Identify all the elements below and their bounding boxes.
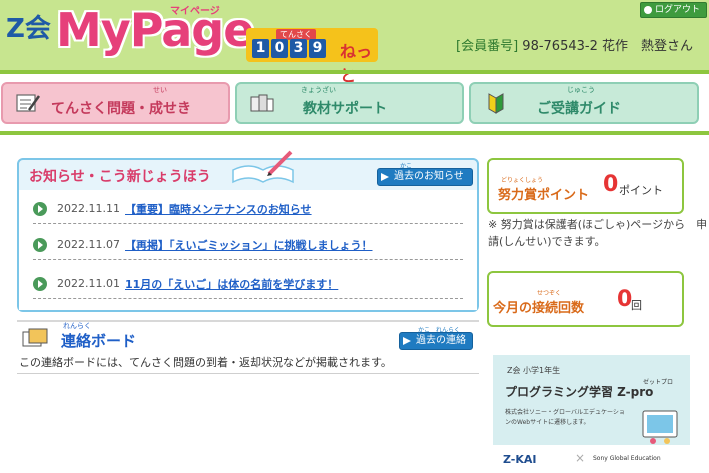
- news-title: お知らせ・こう新じょうほう: [29, 169, 211, 185]
- board-icon: [22, 328, 48, 347]
- play-bullet-icon: [33, 238, 47, 252]
- zkai-brand: Z-KAI: [503, 453, 537, 466]
- news-date: 2022.11.07: [57, 238, 120, 251]
- tablet-illustration-icon: [642, 410, 678, 444]
- zpro-banner[interactable]: Z会 小学1年生 ゼットプロ プログラミング学習 Z-pro 株式会社ソニー・グ…: [493, 355, 690, 473]
- tensaku-logo-digits: 1 0 3 9: [252, 39, 326, 58]
- pencil-paper-icon: [16, 94, 41, 112]
- tensaku-logo-net: ねっと: [340, 42, 373, 85]
- nav-tensaku-button[interactable]: せい てんさく問題・成せき: [1, 82, 230, 124]
- beginner-leaf-icon: [488, 93, 504, 114]
- logo-digit: 0: [271, 39, 288, 58]
- news-link[interactable]: 11月の「えいご」は体の名前を学びます！: [125, 276, 338, 292]
- contact-board-title: 連絡ボード: [61, 332, 137, 350]
- contact-board-header: れんらく 連絡ボード かこ れんらく 過去の連絡: [17, 320, 479, 350]
- news-date: 2022.11.01: [57, 277, 120, 290]
- tensaku-1039-logo[interactable]: てんさく 1 0 3 9 ねっと: [246, 28, 378, 85]
- arrow-right-icon: [381, 173, 389, 181]
- effort-points-note: ※ 努力賞は保護者(ほごしゃ)ページから 申請(しんせい)できます。: [488, 218, 708, 248]
- past-news-button[interactable]: かこ 過去のお知らせ: [377, 163, 473, 186]
- books-icon: [250, 94, 274, 112]
- logout-button[interactable]: ログアウト: [640, 2, 707, 18]
- nav-material-label: 教材サポート: [303, 101, 387, 117]
- news-date: 2022.11.11: [57, 202, 120, 215]
- user-name: 花作 熱登さん: [602, 39, 694, 54]
- zkai-logo[interactable]: Z会: [6, 8, 51, 45]
- news-link[interactable]: 【再掲】「えいごミッション」に挑戦しましょう！: [125, 237, 373, 253]
- monthly-logins-ruby: せつぞく: [537, 290, 562, 297]
- effort-points-unit: ポイント: [619, 184, 663, 197]
- monthly-logins-panel: せつぞく 今月の接続回数 0 回: [487, 271, 684, 327]
- contact-board-description: この連絡ボードには、てんさく問題の到着・返却状況などが掲載されます。: [19, 356, 392, 369]
- nav-tensaku-label: てんさく問題・成せき: [51, 101, 191, 117]
- play-bullet-icon: [33, 277, 47, 291]
- logo-digit: 3: [290, 39, 307, 58]
- news-link[interactable]: 【重要】臨時メンテナンスのお知らせ: [125, 201, 312, 217]
- effort-points-label: 努力賞ポイント: [498, 188, 590, 203]
- logo-digit: 9: [309, 39, 326, 58]
- past-news-ruby: かこ: [400, 163, 413, 170]
- header: Z会 マイページ MyPage てんさく 1 0 3 9 ねっと ログアウト […: [0, 0, 709, 85]
- banner-title: プログラミング学習 Z-pro: [505, 385, 654, 399]
- mypage-logo[interactable]: MyPage: [56, 2, 254, 58]
- logout-label: ログアウト: [655, 5, 701, 15]
- nav-divider: [0, 131, 709, 135]
- nav-guide-label: ご受講ガイド: [537, 101, 621, 117]
- member-number: 98-76543-2: [522, 39, 598, 54]
- member-number-label: [会員番号]: [456, 39, 519, 54]
- news-list: 2022.11.11 【重要】臨時メンテナンスのお知らせ 2022.11.07 …: [19, 190, 477, 310]
- arrow-right-icon: [644, 6, 652, 14]
- news-item: 2022.11.11 【重要】臨時メンテナンスのお知らせ: [33, 194, 463, 224]
- arrow-right-icon: [403, 337, 411, 345]
- past-contact-button[interactable]: かこ れんらく 過去の連絡: [399, 327, 473, 350]
- effort-points-ruby: どりょくしょう: [501, 177, 544, 184]
- banner-cross: ×: [575, 451, 586, 465]
- nav-course-guide-button[interactable]: じゅこう ご受講ガイド: [469, 82, 699, 124]
- banner-footer: Z-KAI × Sony Global Education: [493, 445, 690, 473]
- news-item: 2022.11.07 【再掲】「えいごミッション」に挑戦しましょう！: [33, 230, 463, 260]
- news-panel: お知らせ・こう新じょうほう かこ 過去のお知らせ 2022.11.11 【重要】…: [17, 150, 479, 312]
- sony-brand: Sony Global Education: [593, 455, 661, 462]
- effort-points-value: 0: [603, 172, 619, 197]
- logo-digit: 1: [252, 39, 269, 58]
- notebook-pencil-icon: [232, 150, 294, 184]
- effort-points-panel: どりょくしょう 努力賞ポイント 0 ポイント: [487, 158, 684, 214]
- contact-board: れんらく 連絡ボード かこ れんらく 過去の連絡 この連絡ボードには、てんさく問…: [17, 320, 479, 374]
- past-contact-ruby: かこ れんらく: [418, 327, 461, 334]
- banner-description: 株式会社ソニー・グローバルエデュケーションのWebサイトに遷移します。: [505, 409, 625, 426]
- nav-material-ruby: きょうざい: [301, 86, 336, 94]
- header-divider: [0, 70, 709, 74]
- monthly-logins-unit: 回: [631, 299, 642, 312]
- news-item: 2022.11.01 11月の「えいご」は体の名前を学びます！: [33, 269, 463, 299]
- nav-guide-ruby: じゅこう: [567, 86, 595, 94]
- monthly-logins-label: 今月の接続回数: [493, 301, 585, 316]
- user-info: [会員番号] 98-76543-2 花作 熱登さん: [456, 35, 693, 54]
- nav-material-support-button[interactable]: きょうざい 教材サポート: [235, 82, 464, 124]
- mypage-root: Z会 マイページ MyPage てんさく 1 0 3 9 ねっと ログアウト […: [0, 0, 709, 473]
- play-bullet-icon: [33, 202, 47, 216]
- nav-tensaku-ruby: せい: [153, 86, 167, 94]
- banner-grade: Z会 小学1年生: [507, 366, 561, 375]
